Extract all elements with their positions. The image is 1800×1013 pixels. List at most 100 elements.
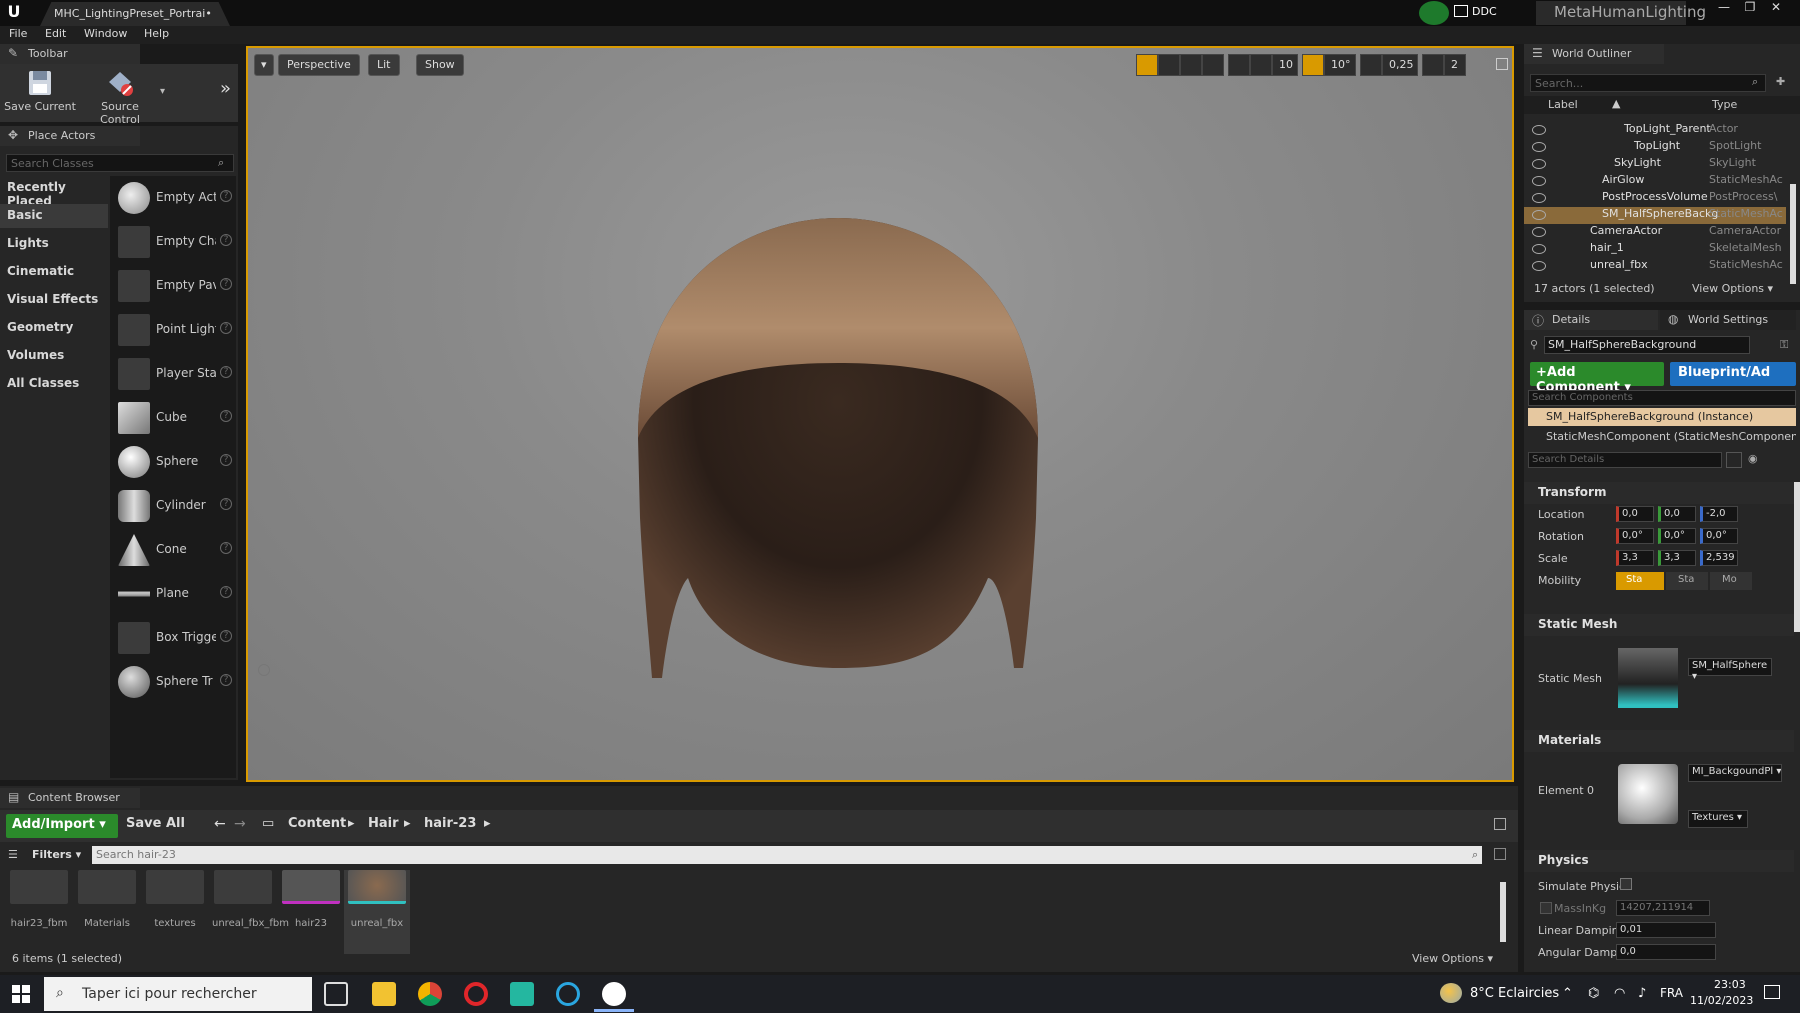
save-all-button[interactable]: Save All bbox=[126, 816, 185, 831]
viewport-options-button[interactable]: ▾ bbox=[254, 54, 274, 76]
add-component-button[interactable]: +Add Component ▾ bbox=[1530, 362, 1664, 395]
category-volumes[interactable]: Volumes bbox=[0, 344, 108, 368]
category-visual-effects[interactable]: Visual Effects bbox=[0, 288, 108, 312]
outliner-row[interactable]: AirGlow StaticMeshAc bbox=[1524, 173, 1786, 190]
clock-date[interactable]: 11/02/2023 bbox=[1690, 994, 1753, 1007]
grid-view-icon[interactable] bbox=[1726, 452, 1742, 468]
outliner-scrollbar[interactable] bbox=[1790, 184, 1796, 284]
static-mesh-dropdown[interactable]: SM_HalfSphere ▾ bbox=[1688, 658, 1772, 682]
asset-folder[interactable]: unreal_fbx_fbm bbox=[212, 870, 289, 954]
breadcrumb-hair-23[interactable]: hair-23 bbox=[424, 816, 476, 831]
rotation-x-field[interactable]: 0,0° bbox=[1616, 528, 1654, 544]
eye-icon[interactable] bbox=[1532, 244, 1546, 254]
save-search-icon[interactable] bbox=[1494, 848, 1506, 860]
ddc-label[interactable]: DDC bbox=[1472, 5, 1497, 18]
outliner-row[interactable]: SkyLight SkyLight bbox=[1524, 156, 1786, 173]
static-mesh-thumbnail[interactable] bbox=[1618, 648, 1678, 708]
camera-speed-icon[interactable] bbox=[1422, 54, 1444, 76]
source-control-status-icon[interactable] bbox=[1419, 1, 1449, 25]
outliner-row[interactable]: CameraActor CameraActor bbox=[1524, 224, 1786, 241]
scale-x-field[interactable]: 3,3 bbox=[1616, 550, 1654, 566]
help-icon[interactable]: ? bbox=[220, 586, 232, 598]
perspective-button[interactable]: Perspective bbox=[278, 54, 360, 76]
scale-snap-icon[interactable] bbox=[1360, 54, 1382, 76]
tab-world-settings[interactable]: ◍ World Settings bbox=[1660, 310, 1796, 330]
linear-damping-field[interactable]: 0,01 bbox=[1616, 922, 1716, 938]
eye-icon[interactable] bbox=[1532, 125, 1546, 135]
actor-item-cube[interactable]: Cube? bbox=[110, 398, 236, 438]
file-explorer-icon[interactable] bbox=[372, 982, 396, 1006]
forward-arrow-icon[interactable]: → bbox=[234, 816, 246, 832]
tab-toolbar[interactable]: ✎ Toolbar bbox=[0, 44, 140, 64]
help-icon[interactable]: ? bbox=[220, 454, 232, 466]
mass-override-checkbox[interactable] bbox=[1540, 902, 1552, 914]
filters-button[interactable]: Filters ▾ bbox=[32, 848, 81, 861]
blueprint-button[interactable]: Blueprint/Ad bbox=[1670, 362, 1796, 386]
actor-item-box-trigger[interactable]: Box Trigge? bbox=[110, 618, 236, 658]
asset-groom[interactable]: hair23 bbox=[280, 870, 342, 954]
location-y-field[interactable]: 0,0 bbox=[1658, 506, 1696, 522]
help-icon[interactable]: ? bbox=[220, 322, 232, 334]
eye-icon[interactable] bbox=[1532, 193, 1546, 203]
search-classes-input[interactable]: Search Classes bbox=[6, 154, 234, 172]
taskbar-search-input[interactable]: ⌕ Taper ici pour rechercher bbox=[44, 977, 312, 1011]
scale-snap-value[interactable]: 0,25 bbox=[1382, 54, 1418, 76]
column-label[interactable]: Label bbox=[1548, 98, 1578, 111]
tray-chevron-icon[interactable]: ⌃ bbox=[1562, 986, 1573, 1001]
maximize-button[interactable]: ❐ bbox=[1738, 0, 1762, 16]
document-tab[interactable]: MHC_LightingPreset_Portrai• bbox=[40, 2, 230, 26]
back-arrow-icon[interactable]: ← bbox=[214, 816, 226, 832]
scale-y-field[interactable]: 3,3 bbox=[1658, 550, 1696, 566]
category-all-classes[interactable]: All Classes bbox=[0, 372, 108, 396]
material-dropdown[interactable]: MI_BackgoundPl ▾ bbox=[1688, 764, 1782, 782]
asset-static-mesh[interactable]: unreal_fbx bbox=[344, 870, 410, 954]
help-icon[interactable]: ? bbox=[220, 630, 232, 642]
mobility-static-button[interactable]: Sta bbox=[1616, 572, 1664, 590]
category-lights[interactable]: Lights bbox=[0, 232, 108, 256]
asset-folder[interactable]: textures bbox=[144, 870, 206, 954]
outliner-view-options-button[interactable]: View Options ▾ bbox=[1692, 282, 1773, 295]
search-components-input[interactable]: Search Components bbox=[1528, 390, 1796, 406]
cinema-app-icon[interactable] bbox=[556, 982, 580, 1006]
simulate-physics-checkbox[interactable] bbox=[1620, 878, 1632, 890]
actor-item-cone[interactable]: Cone? bbox=[110, 530, 236, 570]
help-icon[interactable]: ? bbox=[220, 190, 232, 202]
actor-name-input[interactable]: SM_HalfSphereBackground bbox=[1544, 336, 1750, 354]
mobility-stationary-button[interactable]: Sta bbox=[1666, 572, 1708, 590]
help-icon[interactable]: ? bbox=[220, 278, 232, 290]
component-row[interactable]: StaticMeshComponent (StaticMeshComponent bbox=[1546, 430, 1796, 446]
instance-row[interactable]: SM_HalfSphereBackground (Instance) bbox=[1528, 408, 1796, 426]
actor-item-sphere[interactable]: Sphere? bbox=[110, 442, 236, 482]
windows-start-icon[interactable] bbox=[12, 985, 30, 1003]
textures-dropdown[interactable]: Textures ▾ bbox=[1688, 810, 1748, 828]
section-transform[interactable]: Transform bbox=[1524, 482, 1794, 504]
menu-window[interactable]: Window bbox=[84, 27, 127, 40]
show-button[interactable]: Show bbox=[416, 54, 464, 76]
outliner-row[interactable]: TopLight SpotLight bbox=[1524, 139, 1786, 156]
section-materials[interactable]: Materials bbox=[1524, 730, 1794, 752]
help-icon[interactable]: ? bbox=[220, 366, 232, 378]
rotation-z-field[interactable]: 0,0° bbox=[1700, 528, 1738, 544]
view-options-button[interactable]: View Options ▾ bbox=[1412, 952, 1493, 965]
translate-mode-icon[interactable] bbox=[1136, 54, 1158, 76]
eye-icon[interactable] bbox=[1532, 210, 1546, 220]
surface-snap-icon[interactable] bbox=[1228, 54, 1250, 76]
grid-size-value[interactable]: 10 bbox=[1272, 54, 1298, 76]
menu-help[interactable]: Help bbox=[144, 27, 169, 40]
clock-time[interactable]: 23:03 bbox=[1714, 978, 1746, 991]
help-icon[interactable]: ? bbox=[220, 674, 232, 686]
search-details-input[interactable]: Search Details bbox=[1528, 452, 1722, 468]
outliner-row[interactable]: hair_1 SkeletalMesh bbox=[1524, 241, 1786, 258]
content-scrollbar[interactable] bbox=[1500, 882, 1506, 942]
world-local-icon[interactable] bbox=[1202, 54, 1224, 76]
rotation-snap-value[interactable]: 10° bbox=[1324, 54, 1356, 76]
outliner-search-input[interactable]: Search... bbox=[1530, 74, 1766, 92]
section-physics[interactable]: Physics bbox=[1524, 850, 1794, 872]
column-type[interactable]: Type bbox=[1712, 98, 1737, 111]
opera-icon[interactable] bbox=[464, 982, 488, 1006]
maya-icon[interactable] bbox=[510, 982, 534, 1006]
actor-item-empty-character[interactable]: Empty Cha? bbox=[110, 222, 236, 262]
category-cinematic[interactable]: Cinematic bbox=[0, 260, 108, 284]
sources-toggle-icon[interactable]: ☰ bbox=[8, 848, 18, 861]
breadcrumb-content[interactable]: Content bbox=[288, 816, 346, 831]
